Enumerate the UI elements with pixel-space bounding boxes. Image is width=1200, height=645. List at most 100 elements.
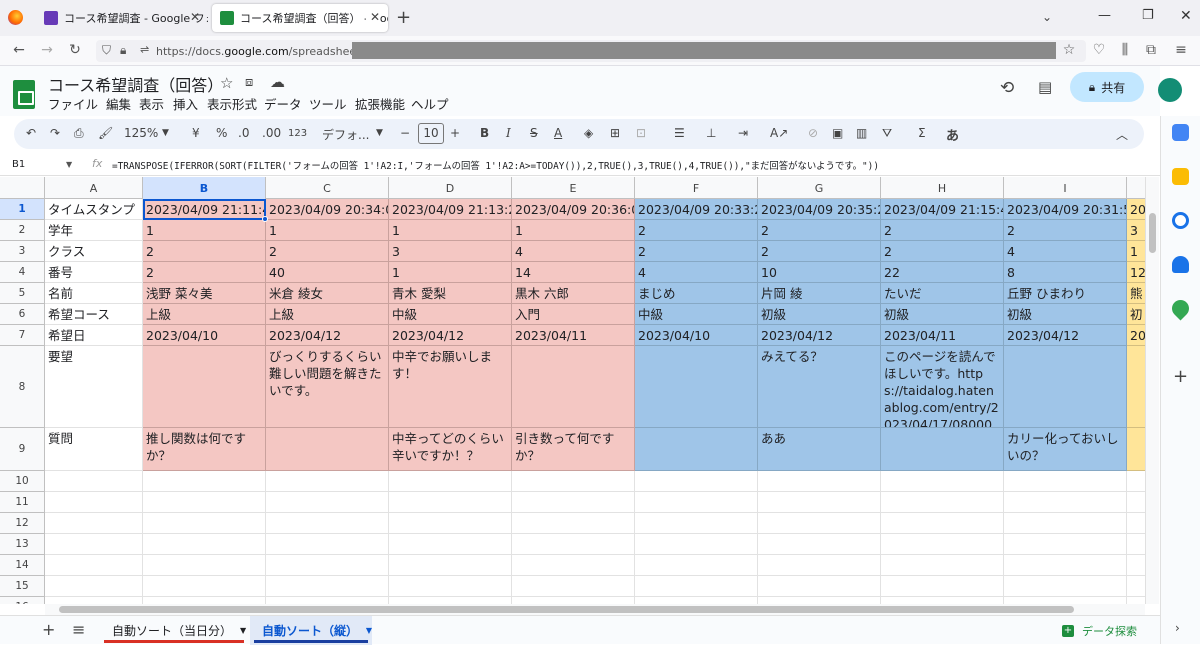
data-cell[interactable]: 1 (1127, 241, 1145, 262)
calendar-icon[interactable] (1172, 124, 1189, 141)
empty-cell[interactable] (512, 513, 635, 534)
data-cell[interactable]: 推し関数は何ですか？ (143, 428, 266, 471)
data-cell[interactable]: 入門 (512, 304, 635, 325)
empty-cell[interactable] (881, 492, 1004, 513)
empty-cell[interactable] (758, 576, 881, 597)
label-cell[interactable]: 要望 (45, 346, 143, 428)
empty-cell[interactable] (389, 513, 512, 534)
data-cell[interactable]: 2 (758, 220, 881, 241)
empty-cell[interactable] (1004, 576, 1127, 597)
data-cell[interactable] (266, 428, 389, 471)
data-cell[interactable]: 上級 (266, 304, 389, 325)
redo-icon[interactable]: ↷ (50, 126, 60, 140)
data-cell[interactable]: 2023/04/09 20:31:58 (1004, 199, 1127, 220)
maps-icon[interactable] (1168, 296, 1193, 321)
empty-cell[interactable] (512, 576, 635, 597)
paint-format-icon[interactable]: 🖌︎ (98, 126, 113, 140)
column-header-D[interactable]: D (389, 177, 512, 199)
data-cell[interactable]: 中辛でお願いします！ (389, 346, 512, 428)
data-cell[interactable]: 片岡 綾 (758, 283, 881, 304)
data-cell[interactable]: 中級 (389, 304, 512, 325)
currency-button[interactable]: ¥ (192, 126, 200, 140)
menu-file[interactable]: ファイル (48, 94, 98, 113)
data-cell[interactable]: 2 (635, 241, 758, 262)
data-cell[interactable] (143, 346, 266, 428)
menu-help[interactable]: ヘルプ (411, 94, 449, 113)
empty-cell[interactable] (758, 513, 881, 534)
undo-icon[interactable]: ↶ (26, 126, 36, 140)
empty-cell[interactable] (881, 513, 1004, 534)
data-cell[interactable] (1004, 346, 1127, 428)
empty-cell[interactable] (143, 471, 266, 492)
empty-cell[interactable] (881, 576, 1004, 597)
row-header-3[interactable]: 3 (0, 241, 45, 262)
empty-cell[interactable] (512, 471, 635, 492)
row-header-14[interactable]: 14 (0, 555, 45, 576)
data-cell[interactable]: 3 (389, 241, 512, 262)
merge-cells-icon[interactable]: ⊡ (636, 126, 646, 140)
empty-cell[interactable] (266, 471, 389, 492)
row-header-11[interactable]: 11 (0, 492, 45, 513)
empty-cell[interactable] (635, 513, 758, 534)
data-cell[interactable]: 2023/04/12 (266, 325, 389, 346)
select-all-corner[interactable] (0, 177, 45, 199)
filter-icon[interactable]: ⛛ (882, 126, 892, 141)
data-cell[interactable]: 2023/04/09 20:33:20 (635, 199, 758, 220)
data-cell[interactable]: 黒木 六郎 (512, 283, 635, 304)
data-cell[interactable]: 中辛ってどのくらい辛いですか！？ (389, 428, 512, 471)
row-header-1[interactable]: 1 (0, 199, 45, 220)
row-header-8[interactable]: 8 (0, 346, 45, 428)
empty-cell[interactable] (1004, 471, 1127, 492)
bookmark-star-icon[interactable]: ☆ (1060, 42, 1078, 58)
data-cell[interactable]: 浅野 菜々美 (143, 283, 266, 304)
chevron-down-icon[interactable]: ▼ (162, 128, 169, 138)
selection-fill-handle[interactable] (262, 216, 268, 222)
comment-icon[interactable]: ▣ (832, 126, 843, 140)
empty-cell[interactable] (389, 534, 512, 555)
empty-cell[interactable] (758, 534, 881, 555)
data-cell[interactable] (881, 428, 1004, 471)
empty-cell[interactable] (1127, 597, 1145, 604)
data-cell[interactable]: このページを読んでほしいです。https://taidalog.hatenabl… (881, 346, 1004, 428)
column-header-B[interactable]: B (143, 177, 266, 199)
fill-color-icon[interactable]: ◈ (584, 126, 593, 140)
data-cell[interactable]: 丘野 ひまわり (1004, 283, 1127, 304)
label-cell[interactable]: 番号 (45, 262, 143, 283)
empty-cell[interactable] (1127, 471, 1145, 492)
text-wrap-icon[interactable]: ⇥ (738, 126, 748, 140)
empty-cell[interactable] (389, 492, 512, 513)
data-cell[interactable]: みえてる？ (758, 346, 881, 428)
column-header-H[interactable]: H (881, 177, 1004, 199)
formula-input[interactable]: =TRANSPOSE(IFERROR(SORT(FILTER('フォームの回答 … (112, 158, 879, 172)
name-box[interactable]: B1 (12, 159, 25, 170)
data-cell[interactable]: 中級 (635, 304, 758, 325)
empty-cell[interactable] (635, 597, 758, 604)
empty-cell[interactable] (45, 534, 143, 555)
spreadsheet-grid[interactable]: ABCDEFGHI 1 タイムスタンプ 2023/04/09 21:11:47 202… (0, 177, 1145, 604)
empty-cell[interactable] (266, 492, 389, 513)
empty-cell[interactable] (389, 471, 512, 492)
font-size-input[interactable]: 10 (418, 123, 444, 144)
menu-view[interactable]: 表示 (139, 94, 164, 113)
number-format-button[interactable]: 123 (288, 128, 307, 139)
empty-cell[interactable] (1127, 492, 1145, 513)
data-cell[interactable] (512, 346, 635, 428)
data-cell[interactable] (1127, 428, 1145, 471)
empty-cell[interactable] (266, 534, 389, 555)
keep-icon[interactable] (1172, 168, 1189, 185)
vertical-scroll-thumb[interactable] (1149, 213, 1156, 253)
sheet-tab-vertical[interactable]: 自動ソート（縦） ▼ (250, 616, 372, 645)
data-cell[interactable]: 2023/04/12 (758, 325, 881, 346)
data-cell[interactable]: 2 (143, 262, 266, 283)
empty-cell[interactable] (45, 597, 143, 604)
empty-cell[interactable] (758, 492, 881, 513)
column-header-E[interactable]: E (512, 177, 635, 199)
data-cell[interactable]: びっくりするくらい難しい問題を解きたいです。 (266, 346, 389, 428)
empty-cell[interactable] (635, 492, 758, 513)
row-header-15[interactable]: 15 (0, 576, 45, 597)
text-color-button[interactable]: A (554, 126, 562, 140)
menu-tools[interactable]: ツール (309, 94, 347, 113)
data-cell[interactable]: 20 (1127, 199, 1145, 220)
label-cell[interactable]: タイムスタンプ (45, 199, 143, 220)
data-cell[interactable]: 2023/04/09 20:34:01 (266, 199, 389, 220)
